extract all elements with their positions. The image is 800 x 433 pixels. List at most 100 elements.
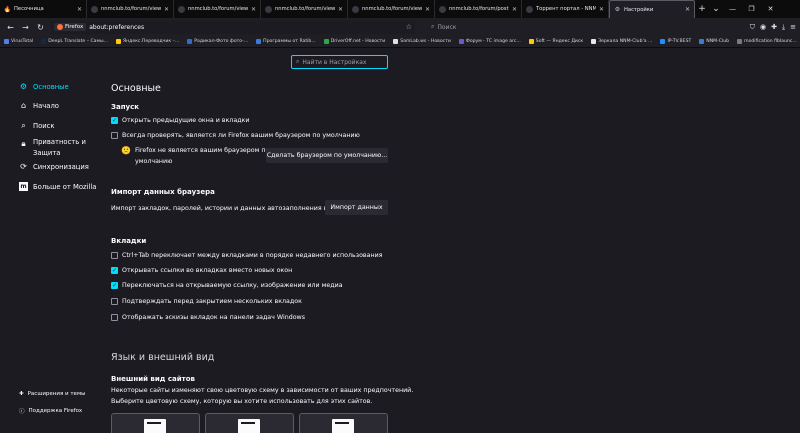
language-section-title: Язык и внешний вид bbox=[111, 352, 215, 363]
bookmark-label: IP-TV.BEST bbox=[667, 39, 692, 44]
tab[interactable]: nnmclub.to/forum/viewtopic✕ bbox=[174, 0, 261, 18]
new-tab-button[interactable]: + bbox=[695, 0, 709, 18]
tab-list-button[interactable]: ⌄ bbox=[709, 0, 723, 18]
bookmark-item[interactable]: Форум - TC image arc... bbox=[458, 39, 521, 44]
identity-box[interactable]: Firefox bbox=[54, 23, 87, 31]
import-heading: Импорт данных браузера bbox=[111, 188, 215, 196]
bookmark-star-icon[interactable]: ☆ bbox=[406, 23, 412, 31]
bookmark-item[interactable]: Soft — Яндекс Диск bbox=[528, 39, 583, 44]
sidebar-item-sync[interactable]: ⟳ Синхронизация bbox=[19, 162, 89, 171]
sidebar-addons-link[interactable]: ✚ Расширения и темы bbox=[19, 391, 85, 397]
bookmark-item[interactable]: VirusTotal bbox=[4, 39, 33, 44]
bookmark-item[interactable]: Яндекс.Переводчик –... bbox=[115, 39, 179, 44]
checkbox[interactable] bbox=[111, 314, 118, 321]
sidebar-item-privacy[interactable]: 🔒︎ Приватность и Защита bbox=[19, 137, 86, 159]
tab[interactable]: 🔥 Песочница ✕ bbox=[0, 0, 87, 18]
minimize-button[interactable]: — bbox=[723, 0, 742, 18]
downloads-icon[interactable]: ⤓ bbox=[782, 23, 785, 32]
warn-close-tabs-checkbox[interactable]: Подтверждать перед закрытием нескольких … bbox=[111, 298, 302, 305]
checkbox-label: Ctrl+Tab переключает между вкладками в п… bbox=[122, 252, 383, 259]
sidebar-item-home[interactable]: ⌂ Начало bbox=[19, 101, 59, 110]
checkbox[interactable]: ✓ bbox=[111, 117, 118, 124]
extensions-icon[interactable]: ✚ bbox=[771, 23, 777, 32]
bookmark-favicon-icon bbox=[699, 39, 705, 44]
maximize-button[interactable]: ❐ bbox=[742, 0, 761, 18]
close-icon[interactable]: ✕ bbox=[425, 6, 430, 13]
sidebar-item-mozilla[interactable]: m Больше от Mozilla bbox=[19, 182, 96, 191]
url-text[interactable]: about:preferences bbox=[89, 24, 144, 31]
color-scheme-card-auto[interactable] bbox=[111, 413, 200, 433]
switch-to-tab-checkbox[interactable]: ✓ Переключаться на открываемую ссылку, и… bbox=[111, 282, 343, 289]
bookmark-item[interactable]: Программы от Ratib... bbox=[256, 39, 316, 44]
search-input[interactable]: ⌕ Поиск bbox=[423, 21, 553, 34]
menu-icon[interactable]: ≡ bbox=[790, 23, 796, 32]
tab[interactable]: nnmclub.to/forum/viewtopic✕ bbox=[261, 0, 348, 18]
bookmark-item[interactable]: Зеркала NNM-Club'a ... bbox=[591, 39, 652, 44]
nnm-icon bbox=[91, 5, 98, 13]
account-icon[interactable]: ◉ bbox=[760, 23, 766, 32]
tab[interactable]: nnmclub.to/forum/viewtopic✕ bbox=[348, 0, 435, 18]
bookmark-item[interactable]: DriverOff.net - Новости bbox=[323, 39, 385, 44]
bookmark-label: NNM-Club bbox=[706, 39, 730, 44]
bookmark-favicon-icon bbox=[393, 39, 399, 44]
checkbox[interactable]: ✓ bbox=[111, 282, 118, 289]
bookmark-item[interactable]: DeepL Translate – Самы... bbox=[41, 39, 108, 44]
bookmark-label: SamLab.ws - Новости bbox=[400, 39, 451, 44]
bookmark-item[interactable]: IP-TV.BEST bbox=[660, 39, 691, 44]
bookmark-label: VirusTotal bbox=[11, 39, 34, 44]
tab[interactable]: nnmclub.to/forum/posting✕ bbox=[435, 0, 522, 18]
import-data-button[interactable]: Импорт данных bbox=[325, 200, 388, 215]
bookmark-item[interactable]: SamLab.ws - Новости bbox=[393, 39, 451, 44]
make-default-button[interactable]: Сделать браузером по умолчанию... bbox=[266, 148, 388, 163]
search-placeholder: Поиск bbox=[437, 23, 457, 31]
bookmark-label: Радикал-Фото фото-... bbox=[194, 39, 249, 44]
gear-icon: ⚙ bbox=[19, 82, 28, 91]
close-icon[interactable]: ✕ bbox=[685, 6, 690, 13]
nnm-icon bbox=[178, 5, 185, 13]
pocket-icon[interactable]: ⛉ bbox=[750, 23, 755, 32]
bookmark-favicon-icon bbox=[4, 39, 9, 44]
status-line-2: умолчанию bbox=[135, 158, 173, 165]
reload-button[interactable]: ↻ bbox=[34, 21, 47, 34]
ctrl-tab-checkbox[interactable]: Ctrl+Tab переключает между вкладками в п… bbox=[111, 252, 383, 259]
bookmark-item[interactable]: Радикал-Фото фото-... bbox=[187, 39, 248, 44]
url-bar[interactable]: Firefox about:preferences ☆ bbox=[51, 20, 415, 34]
close-icon[interactable]: ✕ bbox=[599, 6, 604, 13]
tab-title: Песочница bbox=[14, 6, 44, 12]
check-default-checkbox[interactable]: Всегда проверять, является ли Firefox ва… bbox=[111, 132, 360, 139]
color-scheme-card-dark[interactable] bbox=[299, 413, 388, 433]
footer-label: Расширения и темы bbox=[27, 391, 86, 397]
sidebar-item-search[interactable]: ⌕ Поиск bbox=[19, 121, 54, 130]
sidebar-support-link[interactable]: ⓘ Поддержка Firefox bbox=[19, 407, 82, 415]
close-icon[interactable]: ✕ bbox=[251, 6, 256, 13]
sidebar-item-general[interactable]: ⚙ Основные bbox=[19, 82, 69, 91]
search-icon: ⌕ bbox=[431, 23, 435, 30]
gear-icon: ⚙ bbox=[614, 6, 621, 13]
links-in-tabs-checkbox[interactable]: ✓ Открывать ссылки во вкладках вместо но… bbox=[111, 267, 292, 274]
checkbox[interactable] bbox=[111, 132, 118, 139]
checkbox[interactable] bbox=[111, 298, 118, 305]
tab-active[interactable]: ⚙ Настройки ✕ bbox=[609, 0, 695, 18]
close-window-button[interactable]: ✕ bbox=[761, 0, 780, 18]
back-button[interactable]: ← bbox=[4, 21, 17, 34]
puzzle-icon: ✚ bbox=[19, 391, 24, 397]
bookmark-item[interactable]: modification flblaunc... bbox=[737, 39, 797, 44]
restore-session-checkbox[interactable]: ✓ Открыть предыдущие окна и вкладки bbox=[111, 117, 249, 124]
checkbox-label: Всегда проверять, является ли Firefox ва… bbox=[122, 132, 360, 139]
forward-button[interactable]: → bbox=[19, 21, 32, 34]
taskbar-previews-checkbox[interactable]: Отображать эскизы вкладок на панели зада… bbox=[111, 314, 305, 321]
color-scheme-card-light[interactable] bbox=[205, 413, 294, 433]
checkbox[interactable]: ✓ bbox=[111, 267, 118, 274]
close-icon[interactable]: ✕ bbox=[164, 6, 169, 13]
bookmark-item[interactable]: NNM-Club bbox=[699, 39, 729, 44]
default-status-text: Firefox не является вашим браузером по ум… bbox=[135, 145, 269, 167]
tab[interactable]: nnmclub.to/forum/viewtopic✕ bbox=[87, 0, 174, 18]
checkbox[interactable] bbox=[111, 252, 118, 259]
close-icon[interactable]: ✕ bbox=[512, 6, 517, 13]
nnm-icon bbox=[352, 5, 359, 13]
close-icon[interactable]: ✕ bbox=[338, 6, 343, 13]
close-icon[interactable]: ✕ bbox=[77, 6, 82, 13]
find-in-settings-input[interactable]: ⌕ Найти в Настройках bbox=[291, 55, 388, 69]
appearance-description: Некоторые сайты изменяют свою цветовую с… bbox=[111, 385, 413, 407]
tab[interactable]: Торрент портал - NNM-Clu✕ bbox=[522, 0, 609, 18]
